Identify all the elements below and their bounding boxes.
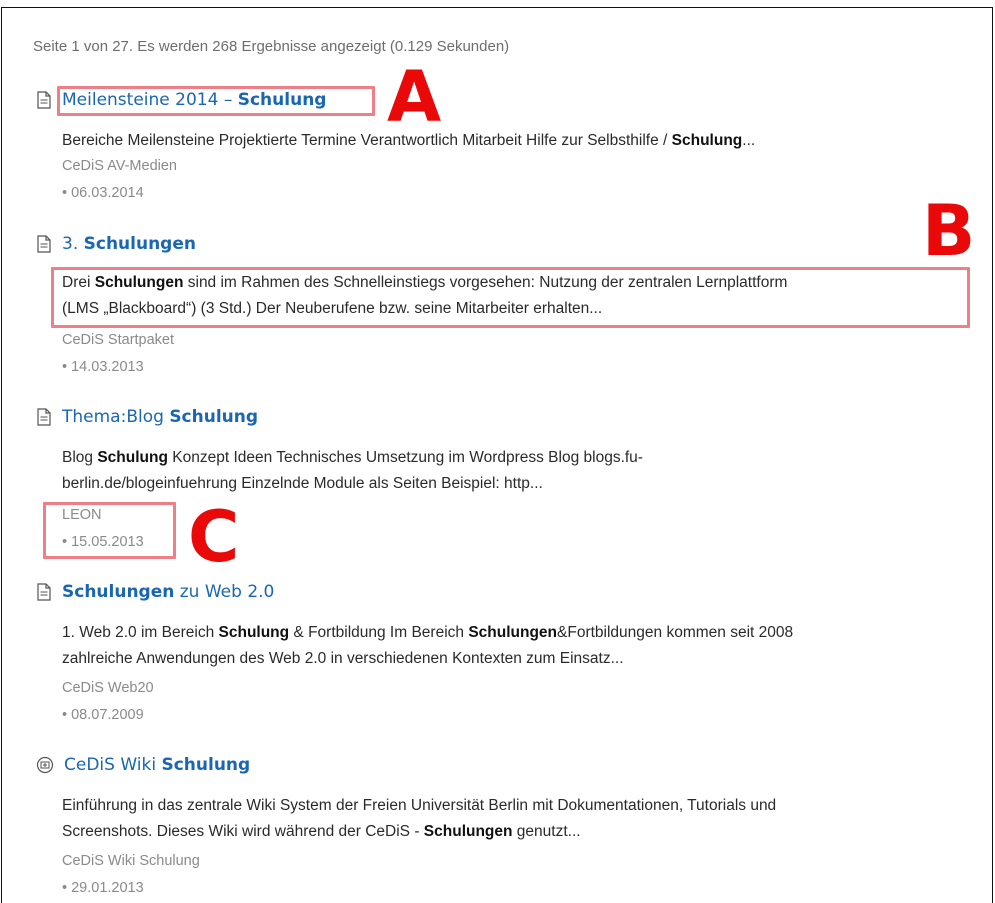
result-title-2[interactable]: 3. Schulungen <box>36 232 196 256</box>
annotation-letter-c: C <box>188 496 240 578</box>
result-snippet-4: 1. Web 2.0 im Bereich Schulung & Fortbil… <box>62 620 793 672</box>
highlight-box-c <box>43 502 176 559</box>
document-icon <box>37 235 51 253</box>
result-title-3[interactable]: Thema:Blog Schulung <box>36 405 258 429</box>
result-source-1: CeDiS AV-Medien <box>62 158 177 174</box>
result-date-4: • 08.07.2009 <box>62 707 144 723</box>
result-source-4: CeDiS Web20 <box>62 680 154 696</box>
result-link[interactable]: Thema:Blog Schulung <box>62 407 258 427</box>
result-source-2: CeDiS Startpaket <box>62 332 175 348</box>
snippet-line: Screenshots. Dieses Wiki wird während de… <box>62 823 581 840</box>
result-date-1: • 06.03.2014 <box>62 185 144 201</box>
result-source-5: CeDiS Wiki Schulung <box>62 853 200 869</box>
snippet-line: berlin.de/blogeinfuehrung Einzelnde Modu… <box>62 475 543 492</box>
result-title-4[interactable]: Schulungen zu Web 2.0 <box>36 580 274 604</box>
result-snippet-3: Blog Schulung Konzept Ideen Technisches … <box>62 445 643 497</box>
snippet-line: 1. Web 2.0 im Bereich Schulung & Fortbil… <box>62 624 794 641</box>
result-snippet-5: Einführung in das zentrale Wiki System d… <box>62 793 776 845</box>
highlight-box-a <box>57 86 375 116</box>
annotation-letter-b: B <box>922 190 976 272</box>
document-icon <box>37 91 51 109</box>
wiki-icon <box>36 756 54 774</box>
result-link[interactable]: CeDiS Wiki Schulung <box>64 755 250 775</box>
result-title-5[interactable]: CeDiS Wiki Schulung <box>36 753 250 777</box>
snippet-line: Einführung in das zentrale Wiki System d… <box>62 797 777 814</box>
snippet-line: zahlreiche Anwendungen des Web 2.0 in ve… <box>62 650 624 667</box>
snippet-line: Blog Schulung Konzept Ideen Technisches … <box>62 449 643 466</box>
annotation-letter-a: A <box>387 56 442 138</box>
result-date-2: • 14.03.2013 <box>62 359 144 375</box>
result-link[interactable]: Schulungen zu Web 2.0 <box>62 582 274 602</box>
document-icon <box>37 408 51 426</box>
result-date-5: • 29.01.2013 <box>62 880 144 896</box>
document-icon <box>37 583 51 601</box>
highlight-box-b <box>51 267 970 328</box>
results-summary: Seite 1 von 27. Es werden 268 Ergebnisse… <box>33 38 510 55</box>
result-link[interactable]: 3. Schulungen <box>62 234 196 254</box>
